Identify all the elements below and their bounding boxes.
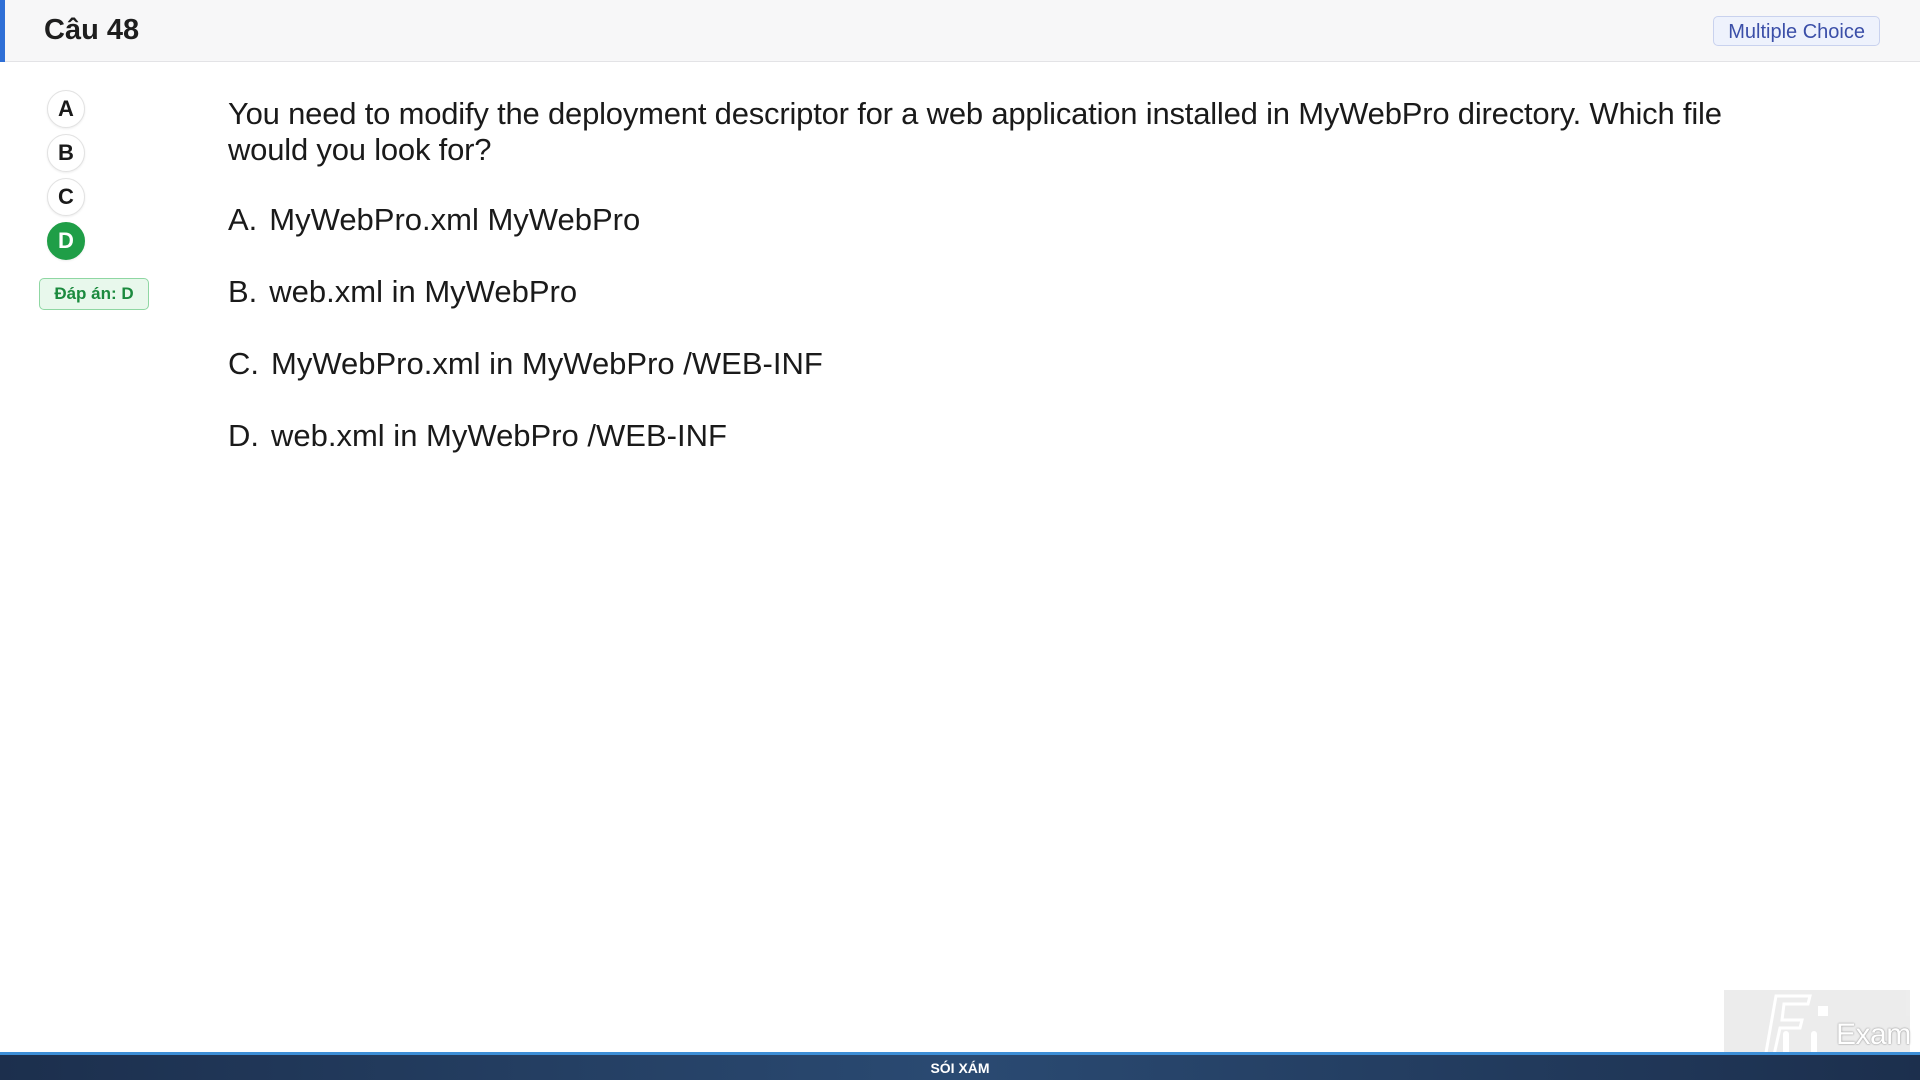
answer-bubble-b[interactable]: B — [47, 134, 85, 172]
option-letter: B. — [228, 274, 258, 309]
option-a[interactable]: A. MyWebPro.xml MyWebPro — [228, 202, 640, 238]
question-text: You need to modify the deployment descri… — [228, 96, 1722, 167]
footer-label: SÓI XÁM — [930, 1060, 990, 1076]
option-text: web.xml in MyWebPro /WEB-INF — [271, 418, 727, 453]
question-type-badge: Multiple Choice — [1713, 16, 1880, 46]
option-letter: D. — [228, 418, 259, 453]
option-text: MyWebPro.xml in MyWebPro /WEB-INF — [271, 346, 823, 381]
option-letter: C. — [228, 346, 259, 381]
answer-bubble-a[interactable]: A — [47, 90, 85, 128]
footer-bar: SÓI XÁM — [0, 1052, 1920, 1080]
option-letter: A. — [228, 202, 258, 237]
option-c[interactable]: C. MyWebPro.xml in MyWebPro /WEB-INF — [228, 346, 823, 382]
watermark-text: Exam — [1836, 1018, 1911, 1051]
header-accent-bar — [0, 0, 5, 62]
correct-answer-badge: Đáp án: D — [39, 278, 149, 310]
option-text: web.xml in MyWebPro — [269, 274, 578, 309]
answer-bubble-c[interactable]: C — [47, 178, 85, 216]
option-d[interactable]: D. web.xml in MyWebPro /WEB-INF — [228, 418, 727, 454]
question-title: Câu 48 — [44, 14, 140, 46]
option-text: MyWebPro.xml MyWebPro — [269, 202, 641, 237]
option-b[interactable]: B. web.xml in MyWebPro — [228, 274, 577, 310]
question-header: Câu 48 Multiple Choice — [0, 0, 1920, 62]
answer-bubble-d[interactable]: D — [47, 222, 85, 260]
